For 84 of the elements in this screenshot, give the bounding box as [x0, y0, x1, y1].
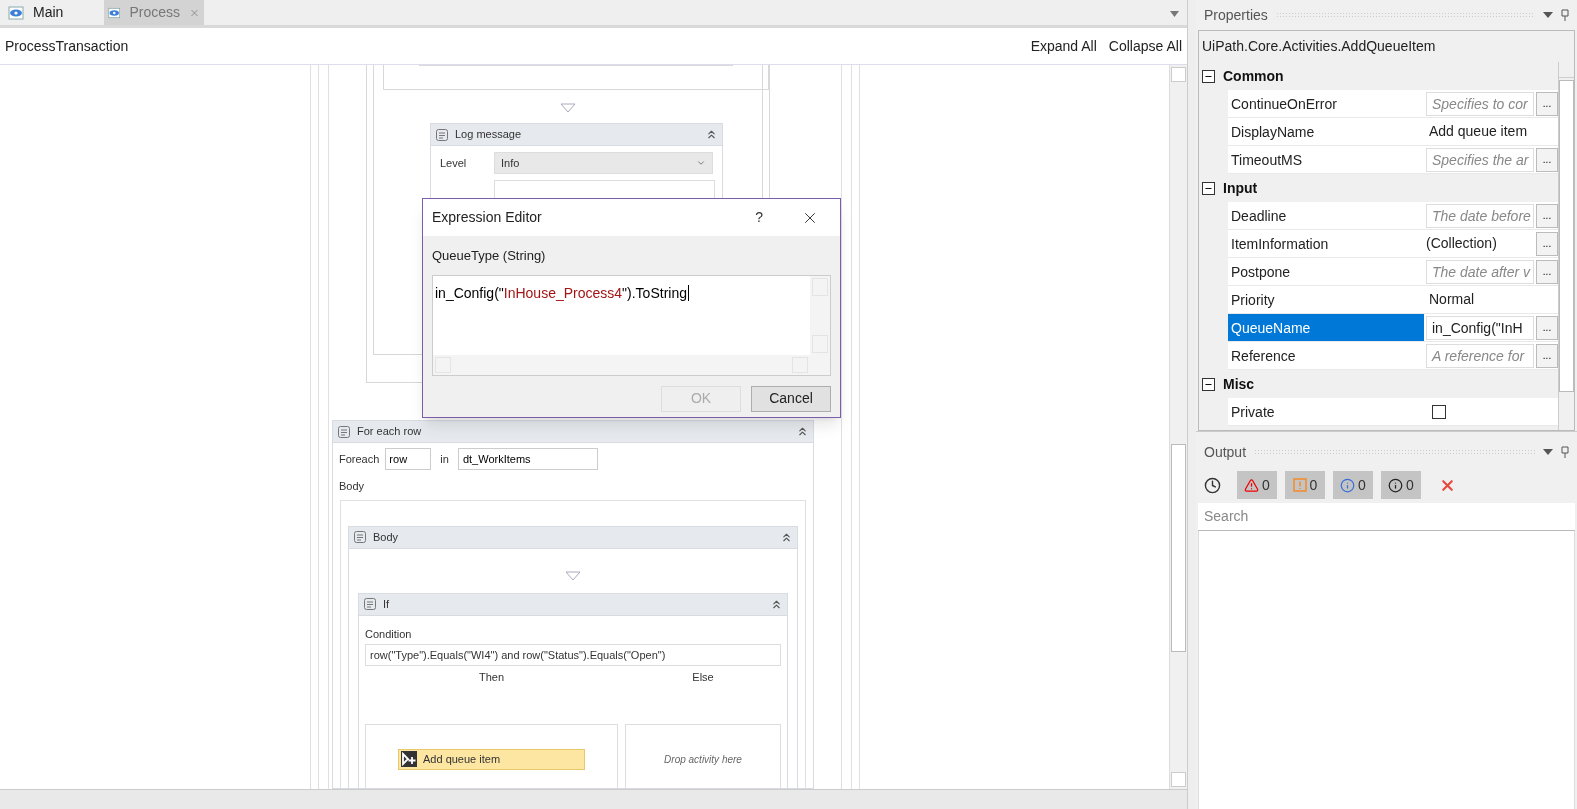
ellipsis-button[interactable]: ...: [1536, 203, 1558, 228]
pin-icon[interactable]: [1561, 446, 1569, 458]
expander-icon[interactable]: [1202, 69, 1215, 83]
filter-button[interactable]: 0: [1381, 471, 1421, 499]
property-name[interactable]: Postpone: [1228, 258, 1424, 285]
dropdown-icon[interactable]: [1543, 449, 1553, 455]
property-name[interactable]: TimeoutMS: [1228, 146, 1424, 173]
expression-text: in_Config("InHouse_Process4").ToString: [435, 284, 689, 301]
search-field[interactable]: Search: [1198, 503, 1575, 531]
dialog-button[interactable]: Cancel: [751, 385, 831, 412]
filter-button[interactable]: 0: [1237, 471, 1277, 499]
ellipsis-button[interactable]: ...: [1536, 259, 1558, 284]
exclamation-icon: [1292, 478, 1307, 492]
body-label: Body: [338, 479, 366, 494]
document-icon: [8, 4, 24, 21]
property-value-field[interactable]: The date after v: [1426, 259, 1534, 284]
property-value-field[interactable]: The date before: [1426, 203, 1534, 228]
level-dropdown[interactable]: Info: [494, 152, 713, 174]
toolbar-link[interactable]: Collapse All: [1108, 35, 1182, 57]
datatable-field[interactable]: dt_WorkItems: [457, 448, 598, 470]
activity-title: Body: [373, 529, 400, 545]
condition-field[interactable]: row("Type").Equals("WI4") and row("Status").Equals("Open"): [365, 644, 781, 666]
item-variable-field[interactable]: row: [385, 448, 432, 470]
foreach-label: Foreach: [339, 451, 380, 467]
help-button[interactable]: ?: [755, 207, 763, 228]
info-icon: [1340, 477, 1356, 493]
else-area: Drop activity here: [625, 724, 781, 788]
filter-button[interactable]: 0: [1285, 471, 1325, 499]
condition-label: Condition: [364, 626, 413, 642]
toolbar-link[interactable]: Expand All: [1030, 35, 1097, 57]
property-value-field[interactable]: (Collection): [1426, 231, 1534, 256]
level-label: Level: [440, 155, 468, 171]
collapse-icon[interactable]: [705, 128, 718, 141]
ellipsis-button[interactable]: ...: [1536, 315, 1558, 340]
scrollbar-thumb[interactable]: [1559, 80, 1574, 392]
activity-title: For each row: [357, 424, 423, 440]
panel-title: Output: [1204, 442, 1247, 462]
breadcrumb: ProcessTransaction: [5, 36, 130, 56]
in-label: in: [440, 451, 449, 467]
property-value-field[interactable]: A reference for: [1426, 343, 1534, 368]
category-name: Input: [1223, 178, 1258, 198]
activity-type-name: UiPath.Core.Activities.AddQueueItem: [1201, 37, 1437, 56]
collapse-icon[interactable]: [796, 425, 809, 438]
property-name[interactable]: Deadline: [1228, 202, 1424, 229]
property-name[interactable]: ContinueOnError: [1228, 90, 1424, 117]
category-name: Misc: [1223, 374, 1255, 394]
property-name[interactable]: ItemInformation: [1228, 230, 1424, 257]
expander-icon[interactable]: [1202, 377, 1215, 391]
property-name[interactable]: Reference: [1228, 342, 1424, 369]
warning-triangle-icon: [1244, 477, 1260, 493]
expander-icon[interactable]: [1202, 181, 1215, 195]
property-name[interactable]: QueueName: [1228, 314, 1424, 341]
property-value[interactable]: Normal: [1426, 289, 1478, 310]
info-icon: [1388, 477, 1404, 493]
property-value-field[interactable]: Specifies to cor: [1426, 91, 1534, 116]
then-label: Then: [477, 670, 506, 685]
panel-title: Properties: [1204, 5, 1268, 25]
property-value-field[interactable]: in_Config("InH: [1426, 315, 1534, 340]
activity-title: Log message: [455, 127, 523, 143]
drop-arrow-icon: [560, 103, 576, 113]
activity-title: If: [383, 596, 391, 612]
property-value-field[interactable]: Specifies the ar: [1426, 147, 1534, 172]
add-queue-icon: [401, 751, 417, 768]
category-name: Common: [1223, 66, 1284, 86]
ellipsis-button[interactable]: ...: [1536, 231, 1558, 256]
chevron-down-icon: [696, 158, 706, 168]
ellipsis-button[interactable]: ...: [1536, 343, 1558, 368]
ellipsis-button[interactable]: ...: [1536, 147, 1558, 172]
property-name[interactable]: Priority: [1228, 286, 1424, 313]
clock-icon[interactable]: [1204, 476, 1221, 494]
dropdown-icon[interactable]: [1170, 11, 1179, 17]
scrollbar-thumb[interactable]: [1171, 444, 1186, 652]
property-label: QueueType (String): [431, 247, 547, 265]
property-name[interactable]: DisplayName: [1228, 118, 1424, 145]
add-queue-item-activity[interactable]: Add queue item: [398, 748, 585, 770]
pin-icon[interactable]: [1561, 9, 1569, 21]
property-value[interactable]: Add queue item: [1426, 121, 1531, 142]
drop-arrow-icon: [565, 570, 581, 581]
ellipsis-button[interactable]: ...: [1536, 91, 1558, 116]
dropdown-icon[interactable]: [1543, 12, 1553, 18]
property-checkbox[interactable]: [1432, 404, 1446, 419]
else-label: Else: [691, 670, 715, 685]
filter-button[interactable]: 0: [1333, 471, 1373, 499]
dialog-title: Expression Editor: [432, 208, 543, 227]
